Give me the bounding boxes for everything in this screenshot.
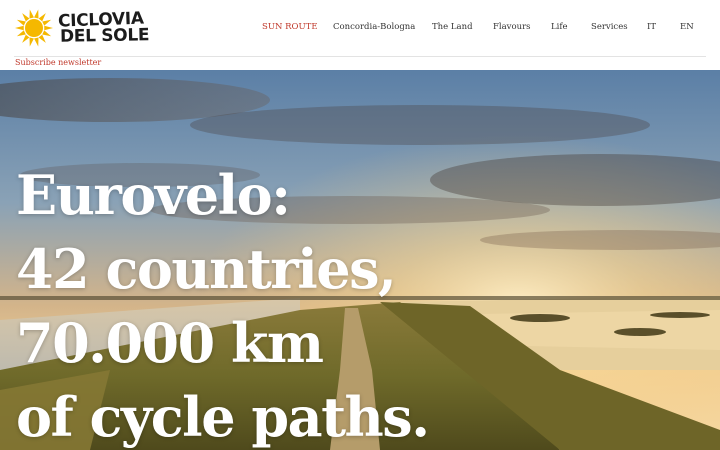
brand-line2: DEL SOLE bbox=[59, 25, 150, 47]
logo[interactable]: CICLOVIA DEL SOLE bbox=[14, 8, 149, 48]
headline-line: Eurovelo: bbox=[16, 163, 291, 227]
headline-line: 42 countries, bbox=[16, 237, 397, 301]
headline-line: 70.000 km bbox=[16, 311, 324, 375]
nav-lang-it[interactable]: IT bbox=[647, 22, 656, 32]
subscribe-newsletter-link[interactable]: Subscribe newsletter bbox=[15, 58, 101, 67]
brand-name: CICLOVIA DEL SOLE bbox=[58, 9, 150, 47]
nav-flavours[interactable]: Flavours bbox=[493, 22, 531, 32]
nav-lang-en[interactable]: EN bbox=[680, 22, 694, 32]
nav-life[interactable]: Life bbox=[551, 22, 568, 32]
hero-banner: Eurovelo: 42 countries, 70.000 km of cyc… bbox=[0, 70, 720, 450]
nav-concordia-bologna[interactable]: Concordia-Bologna bbox=[333, 22, 415, 32]
nav-services[interactable]: Services bbox=[591, 22, 628, 32]
hero-headline: Eurovelo: 42 countries, 70.000 km of cyc… bbox=[16, 158, 430, 450]
site-header: CICLOVIA DEL SOLE SUN ROUTE Concordia-Bo… bbox=[0, 0, 720, 70]
nav-sun-route[interactable]: SUN ROUTE bbox=[262, 22, 318, 32]
nav-the-land[interactable]: The Land bbox=[432, 22, 473, 32]
header-divider bbox=[14, 56, 706, 57]
sun-icon bbox=[15, 9, 53, 47]
headline-line: of cycle paths. bbox=[16, 385, 430, 449]
